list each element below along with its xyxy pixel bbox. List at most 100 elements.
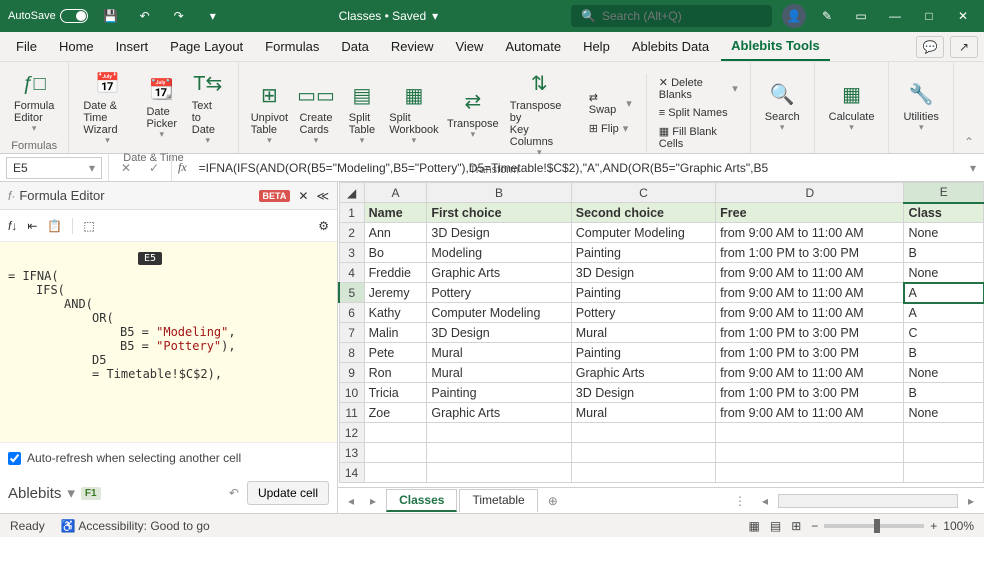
cell[interactable]: Painting xyxy=(427,383,571,403)
cell[interactable] xyxy=(427,463,571,483)
cell[interactable]: from 9:00 AM to 11:00 AM xyxy=(716,403,904,423)
row-header-10[interactable]: 10 xyxy=(339,383,364,403)
row-header-8[interactable]: 8 xyxy=(339,343,364,363)
cell[interactable]: Graphic Arts xyxy=(427,403,571,423)
ribbon-formula-editor[interactable]: ƒ□FormulaEditor▾ xyxy=(8,66,60,136)
cell[interactable]: Pete xyxy=(364,343,427,363)
header-cell[interactable]: Second choice xyxy=(571,203,715,223)
sheet-tab-classes[interactable]: Classes xyxy=(386,489,457,512)
autorefresh-checkbox[interactable] xyxy=(8,452,21,465)
cell[interactable]: Mural xyxy=(427,363,571,383)
sheet-nav-prev[interactable]: ◂ xyxy=(342,494,360,508)
share-icon[interactable]: ↗ xyxy=(950,36,978,58)
cell[interactable]: None xyxy=(904,363,984,383)
update-cell-button[interactable]: Update cell xyxy=(247,481,329,505)
formula-text[interactable]: =IFNA(IFS(AND(OR(B5="Modeling",B5="Potte… xyxy=(193,161,962,175)
cell[interactable] xyxy=(364,423,427,443)
cell[interactable]: Freddie xyxy=(364,263,427,283)
ribbon-split-names[interactable]: ≡ Split Names xyxy=(655,105,742,121)
cell[interactable] xyxy=(571,423,715,443)
name-box[interactable]: E5 ▾ xyxy=(6,157,102,179)
ribbon-search[interactable]: 🔍Search▾ xyxy=(759,77,806,135)
cell[interactable]: Computer Modeling xyxy=(571,223,715,243)
outdent-icon[interactable]: ⇤ xyxy=(27,219,37,233)
ribbon-display-icon[interactable]: ▭ xyxy=(848,3,874,29)
zoom-percent[interactable]: 100% xyxy=(943,519,974,533)
cell[interactable]: Ron xyxy=(364,363,427,383)
enter-formula-icon[interactable]: ✓ xyxy=(141,155,167,181)
undo-icon[interactable]: ↶ xyxy=(132,3,158,29)
cell[interactable]: B xyxy=(904,383,984,403)
row-header-9[interactable]: 9 xyxy=(339,363,364,383)
menu-tab-ablebits-tools[interactable]: Ablebits Tools xyxy=(721,32,830,61)
menu-tab-ablebits-data[interactable]: Ablebits Data xyxy=(622,33,719,60)
fx-icon[interactable]: fx xyxy=(172,160,193,175)
cell[interactable]: from 9:00 AM to 11:00 AM xyxy=(716,223,904,243)
row-header-14[interactable]: 14 xyxy=(339,463,364,483)
panel-close-icon[interactable]: ✕ xyxy=(298,189,308,203)
cell[interactable]: Painting xyxy=(571,343,715,363)
clipboard-icon[interactable]: 📋 xyxy=(47,219,62,233)
panel-collapse-icon[interactable]: ≪ xyxy=(316,189,329,203)
menu-tab-insert[interactable]: Insert xyxy=(106,33,159,60)
cell[interactable]: B xyxy=(904,243,984,263)
cell[interactable]: from 9:00 AM to 11:00 AM xyxy=(716,263,904,283)
maximize-icon[interactable]: □ xyxy=(916,3,942,29)
minimize-icon[interactable]: — xyxy=(882,3,908,29)
undo-panel-icon[interactable]: ↶ xyxy=(229,486,239,500)
header-cell[interactable]: Free xyxy=(716,203,904,223)
search-input[interactable] xyxy=(602,9,762,23)
cell[interactable] xyxy=(571,463,715,483)
cell[interactable] xyxy=(716,463,904,483)
ribbon-delete-blanks[interactable]: ✕ Delete Blanks ▾ xyxy=(655,74,742,103)
accessibility-status[interactable]: ♿ Accessibility: Good to go xyxy=(61,519,210,533)
redo-icon[interactable]: ↷ xyxy=(166,3,192,29)
gear-icon[interactable]: ⚙ xyxy=(318,219,329,233)
cell[interactable]: from 1:00 PM to 3:00 PM xyxy=(716,343,904,363)
cell[interactable]: Graphic Arts xyxy=(571,363,715,383)
zoom-slider[interactable] xyxy=(824,524,924,528)
cell[interactable] xyxy=(716,423,904,443)
cell[interactable]: Mural xyxy=(571,323,715,343)
cell[interactable]: from 9:00 AM to 11:00 AM xyxy=(716,283,904,303)
row-header-7[interactable]: 7 xyxy=(339,323,364,343)
qat-dropdown-icon[interactable]: ▾ xyxy=(200,3,226,29)
f1-badge[interactable]: F1 xyxy=(81,487,101,500)
row-header-13[interactable]: 13 xyxy=(339,443,364,463)
zoom-in-icon[interactable]: + xyxy=(930,519,937,533)
cell[interactable]: Mural xyxy=(427,343,571,363)
row-header-12[interactable]: 12 xyxy=(339,423,364,443)
cell[interactable]: Modeling xyxy=(427,243,571,263)
cell[interactable]: None xyxy=(904,263,984,283)
cell[interactable]: Zoe xyxy=(364,403,427,423)
cell[interactable] xyxy=(427,423,571,443)
ribbon-flip[interactable]: ⊞ Flip ▾ xyxy=(585,120,636,137)
menu-tab-review[interactable]: Review xyxy=(381,33,444,60)
cell[interactable]: 3D Design xyxy=(571,383,715,403)
cell[interactable]: Graphic Arts xyxy=(427,263,571,283)
row-header-11[interactable]: 11 xyxy=(339,403,364,423)
cell[interactable]: B xyxy=(904,343,984,363)
cell[interactable] xyxy=(571,443,715,463)
autosave-toggle[interactable] xyxy=(60,9,88,23)
header-cell[interactable]: First choice xyxy=(427,203,571,223)
highlight-icon[interactable]: ⬚ xyxy=(83,219,94,233)
ribbon-fill-blank-cells[interactable]: ▦ Fill Blank Cells xyxy=(655,123,742,152)
row-header-3[interactable]: 3 xyxy=(339,243,364,263)
hscroll-left[interactable]: ◂ xyxy=(756,494,774,508)
cell[interactable] xyxy=(904,443,984,463)
cell[interactable]: A xyxy=(904,283,984,303)
cell[interactable]: Pottery xyxy=(571,303,715,323)
ribbon-swap[interactable]: ⇄ Swap ▾ xyxy=(585,89,636,118)
ribbon-utilities[interactable]: 🔧Utilities▾ xyxy=(897,77,944,135)
ribbon-collapse-icon[interactable]: ⌃ xyxy=(954,131,984,153)
row-header-1[interactable]: 1 xyxy=(339,203,364,223)
account-icon[interactable]: 👤 xyxy=(782,4,806,28)
row-header-6[interactable]: 6 xyxy=(339,303,364,323)
zoom-out-icon[interactable]: − xyxy=(811,519,818,533)
row-header-2[interactable]: 2 xyxy=(339,223,364,243)
menu-tab-formulas[interactable]: Formulas xyxy=(255,33,329,60)
menu-tab-data[interactable]: Data xyxy=(331,33,378,60)
cell[interactable]: from 1:00 PM to 3:00 PM xyxy=(716,243,904,263)
menu-tab-view[interactable]: View xyxy=(445,33,493,60)
